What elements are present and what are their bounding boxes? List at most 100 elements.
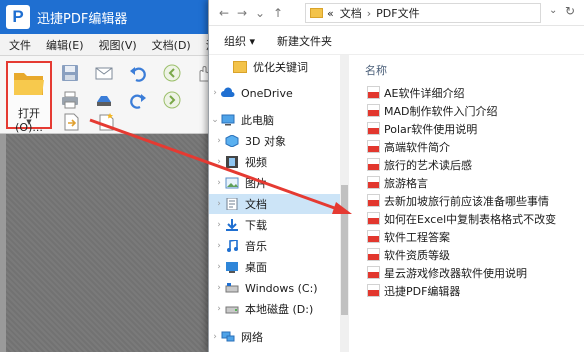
new-folder-button[interactable]: 新建文件夹 xyxy=(277,33,332,49)
cloud-icon xyxy=(221,87,235,97)
pdf-file-icon xyxy=(367,284,380,297)
nav-item-quick-folder[interactable]: 优化关键词 xyxy=(209,57,308,77)
forward-arrow-icon[interactable]: → xyxy=(233,6,251,20)
navigation-pane: 优化关键词 › OneDrive ⌄ 此电脑 › 3D 对象 › 视频 › 图片 xyxy=(209,55,344,352)
pdf-file-icon xyxy=(367,158,380,171)
scrollbar-thumb[interactable] xyxy=(341,185,348,315)
file-row[interactable]: MAD制作软件入门介绍 xyxy=(367,102,498,119)
file-row[interactable]: 如何在Excel中复制表格格式不改变 xyxy=(367,210,556,227)
file-row[interactable]: 星云游戏修改器软件使用说明 xyxy=(367,264,527,281)
pdf-file-icon xyxy=(367,104,380,117)
file-name: AE软件详细介绍 xyxy=(384,86,465,100)
nav-item-drive-c[interactable]: › Windows (C:) xyxy=(209,278,318,298)
chevron-right-icon[interactable]: › xyxy=(213,241,225,251)
breadcrumb-overflow[interactable]: « xyxy=(327,7,334,20)
drive-icon xyxy=(225,306,239,314)
chevron-right-icon[interactable]: › xyxy=(213,262,225,272)
folder-icon xyxy=(233,61,247,73)
nav-item-label: 下载 xyxy=(245,219,267,232)
menu-file[interactable]: 文件 xyxy=(0,37,37,53)
recent-dropdown-icon[interactable]: ⌄ xyxy=(251,6,269,20)
menu-document[interactable]: 文档(D) xyxy=(143,37,197,53)
file-row[interactable]: 软件工程答案 xyxy=(367,228,450,245)
breadcrumb-pdf-folder[interactable]: PDF文件 xyxy=(376,5,419,21)
chevron-right-icon[interactable]: › xyxy=(213,220,225,230)
app-logo: P xyxy=(6,5,30,29)
email-icon[interactable] xyxy=(94,63,114,83)
nav-item-onedrive[interactable]: › OneDrive xyxy=(209,83,293,103)
file-name: 旅游格言 xyxy=(384,176,428,190)
back-circle-icon[interactable] xyxy=(162,63,182,83)
nav-item-this-pc[interactable]: ⌄ 此电脑 xyxy=(209,110,274,130)
picture-icon xyxy=(225,177,239,189)
nav-item-drive-d[interactable]: › 本地磁盘 (D:) xyxy=(209,299,313,319)
chevron-right-icon[interactable]: › xyxy=(209,88,221,98)
breadcrumb-documents[interactable]: 文档 xyxy=(340,5,362,21)
file-row[interactable]: 旅游格言 xyxy=(367,174,428,191)
chevron-right-icon[interactable]: › xyxy=(213,304,225,314)
undo-icon[interactable] xyxy=(128,63,148,83)
nav-item-3d-objects[interactable]: › 3D 对象 xyxy=(209,131,286,151)
nav-item-label: 文档 xyxy=(245,198,267,211)
chevron-right-icon[interactable]: › xyxy=(213,178,225,188)
address-row: ← → ⌄ ↑ « 文档 › PDF文件 ⌄ ↻ xyxy=(209,0,584,26)
address-bar[interactable]: « 文档 › PDF文件 xyxy=(305,3,541,23)
refresh-icon[interactable]: ↻ xyxy=(565,4,575,18)
navigation-scrollbar[interactable] xyxy=(340,55,349,352)
nav-item-network[interactable]: › 网络 xyxy=(209,327,263,347)
folder-open-icon xyxy=(14,73,44,95)
column-header-name[interactable]: 名称 xyxy=(365,62,387,78)
nav-item-documents[interactable]: › 文档 xyxy=(209,194,340,214)
chevron-down-icon[interactable]: ⌄ xyxy=(209,115,221,125)
pdf-file-icon xyxy=(367,140,380,153)
menu-edit[interactable]: 编辑(E) xyxy=(37,37,90,53)
nav-item-videos[interactable]: › 视频 xyxy=(209,152,267,172)
nav-item-pictures[interactable]: › 图片 xyxy=(209,173,267,193)
pdf-file-icon xyxy=(367,266,380,279)
forward-circle-icon[interactable] xyxy=(162,90,182,110)
up-arrow-icon[interactable]: ↑ xyxy=(269,6,287,20)
nav-item-label: Windows (C:) xyxy=(245,281,318,295)
app-menubar: 文件 编辑(E) 视图(V) 文档(D) 注 xyxy=(0,34,217,56)
nav-item-label: 网络 xyxy=(241,331,263,344)
nav-item-downloads[interactable]: › 下载 xyxy=(209,215,267,235)
file-row[interactable]: 高端软件简介 xyxy=(367,138,450,155)
file-row[interactable]: 迅捷PDF编辑器 xyxy=(367,282,460,299)
chevron-down-icon[interactable]: ▼ xyxy=(8,118,50,126)
export-icon[interactable] xyxy=(62,112,82,132)
scan-icon[interactable] xyxy=(94,90,114,110)
chevron-right-icon[interactable]: › xyxy=(213,199,225,209)
command-bar: 组织 ▾ 新建文件夹 xyxy=(209,27,584,55)
file-name: 旅行的艺术读后感 xyxy=(384,158,472,172)
organize-button[interactable]: 组织 ▾ xyxy=(224,33,255,49)
chevron-right-icon[interactable]: › xyxy=(213,157,225,167)
file-row[interactable]: Polar软件使用说明 xyxy=(367,120,477,137)
file-row[interactable]: 旅行的艺术读后感 xyxy=(367,156,472,173)
download-icon xyxy=(226,219,238,231)
redo-icon[interactable] xyxy=(128,90,148,110)
chevron-right-icon[interactable]: › xyxy=(209,332,221,342)
menu-view[interactable]: 视图(V) xyxy=(90,37,143,53)
nav-item-label: 本地磁盘 (D:) xyxy=(245,303,314,316)
back-arrow-icon[interactable]: ← xyxy=(215,6,233,20)
nav-item-music[interactable]: › 音乐 xyxy=(209,236,267,256)
file-row[interactable]: 去新加坡旅行前应该准备哪些事情 xyxy=(367,192,549,209)
pdf-file-icon xyxy=(367,248,380,261)
document-canvas[interactable] xyxy=(0,134,216,352)
file-row[interactable]: 软件资质等级 xyxy=(367,246,450,263)
file-name: 去新加坡旅行前应该准备哪些事情 xyxy=(384,194,549,208)
new-document-icon[interactable] xyxy=(96,112,116,132)
print-icon[interactable] xyxy=(60,90,80,110)
app-toolbar: 打开(O)... ▼ xyxy=(0,56,216,134)
file-row[interactable]: AE软件详细介绍 xyxy=(367,84,464,101)
nav-item-desktop[interactable]: › 桌面 xyxy=(209,257,267,277)
film-icon xyxy=(226,156,238,168)
chevron-right-icon[interactable]: › xyxy=(213,136,225,146)
address-dropdown-icon[interactable]: ⌄ xyxy=(549,5,557,16)
pdf-file-icon xyxy=(367,86,380,99)
chevron-right-icon[interactable]: › xyxy=(213,283,225,293)
save-icon[interactable] xyxy=(60,63,80,83)
computer-icon xyxy=(221,114,235,126)
nav-item-label: 此电脑 xyxy=(241,114,274,127)
open-button[interactable]: 打开(O)... ▼ xyxy=(6,61,52,134)
